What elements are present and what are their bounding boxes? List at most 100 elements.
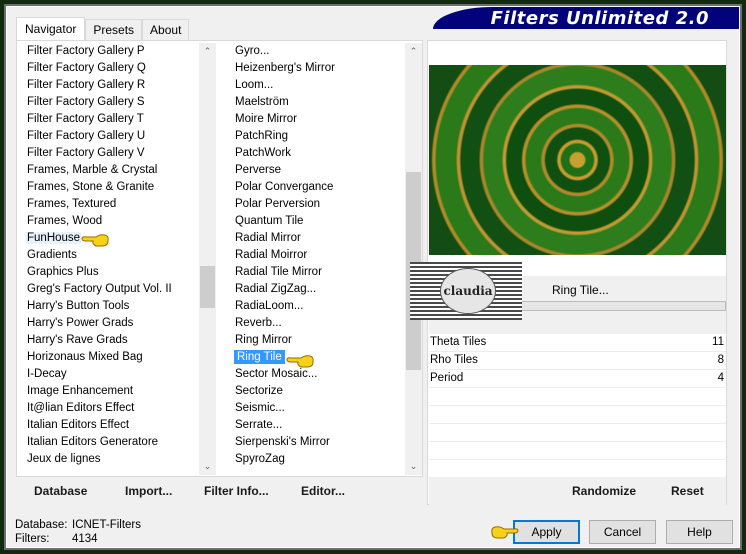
- filter-list-item[interactable]: Quantum Tile: [229, 213, 405, 230]
- param-row-theta-tiles[interactable]: Theta Tiles 11: [429, 334, 726, 352]
- category-list-item[interactable]: Harry's Power Grads: [21, 315, 197, 332]
- category-scrollbar[interactable]: ⌃ ⌄: [199, 43, 216, 475]
- filter-list-item[interactable]: Gyro...: [229, 43, 405, 60]
- filter-list-item[interactable]: Polar Perversion: [229, 196, 405, 213]
- param-row-period[interactable]: Period 4: [429, 370, 726, 388]
- category-list-item[interactable]: Frames, Wood: [21, 213, 197, 230]
- category-list-item[interactable]: I-Decay: [21, 366, 197, 383]
- category-list-item[interactable]: Frames, Textured: [21, 196, 197, 213]
- filter-label: PatchRing: [235, 130, 289, 142]
- filter-list-item[interactable]: PatchWork: [229, 145, 405, 162]
- category-list-item[interactable]: Image Enhancement: [21, 383, 197, 400]
- reset-button[interactable]: Reset: [671, 484, 704, 498]
- scroll-up-arrow-icon[interactable]: ⌃: [405, 43, 422, 60]
- category-label: Filter Factory Gallery R: [27, 79, 146, 91]
- filter-list-item[interactable]: RadiaLoom...: [229, 298, 405, 315]
- filter-label: Quantum Tile: [235, 215, 304, 227]
- filter-scrollbar[interactable]: ⌃ ⌄: [405, 43, 422, 475]
- category-list[interactable]: Filter Factory Gallery P Filter Factory G…: [21, 43, 197, 475]
- filter-label: Seismic...: [235, 402, 285, 414]
- param-row-rho-tiles[interactable]: Rho Tiles 8: [429, 352, 726, 370]
- filter-list-item[interactable]: Moire Mirror: [229, 111, 405, 128]
- database-button[interactable]: Database: [34, 484, 87, 498]
- filter-list-item[interactable]: PatchRing: [229, 128, 405, 145]
- filter-list-item[interactable]: Ring Tile: [229, 349, 405, 366]
- param-row-empty: [429, 406, 726, 424]
- category-list-item[interactable]: Graphics Plus: [21, 264, 197, 281]
- category-label: Frames, Marble & Crystal: [27, 164, 158, 176]
- cancel-button[interactable]: Cancel: [589, 520, 656, 544]
- filter-list-item[interactable]: Heizenberg's Mirror: [229, 60, 405, 77]
- category-list-item[interactable]: Filter Factory Gallery Q: [21, 60, 197, 77]
- category-list-item[interactable]: Gradients: [21, 247, 197, 264]
- filter-label: Gyro...: [235, 45, 270, 57]
- title-banner: Filters Unlimited 2.0: [433, 7, 739, 29]
- help-button[interactable]: Help: [666, 520, 733, 544]
- import-button[interactable]: Import...: [125, 484, 172, 498]
- category-list-item[interactable]: Frames, Marble & Crystal: [21, 162, 197, 179]
- filter-list-item[interactable]: Radial Mirror: [229, 230, 405, 247]
- randomize-button[interactable]: Randomize: [572, 484, 636, 498]
- filter-title: Ring Tile...: [552, 283, 609, 297]
- category-list-item[interactable]: Greg's Factory Output Vol. II: [21, 281, 197, 298]
- database-label: Database:: [15, 519, 68, 531]
- category-label: Graphics Plus: [27, 266, 99, 278]
- category-list-item[interactable]: Filter Factory Gallery S: [21, 94, 197, 111]
- filter-list-item[interactable]: Radial Moirror: [229, 247, 405, 264]
- tab-presets[interactable]: Presets: [85, 19, 143, 40]
- filter-label: Radial Tile Mirror: [235, 266, 322, 278]
- filter-list-item[interactable]: Reverb...: [229, 315, 405, 332]
- filter-list-item[interactable]: SpyroZag: [229, 451, 405, 468]
- category-list-item[interactable]: Frames, Stone & Granite: [21, 179, 197, 196]
- filter-label: Maelström: [235, 96, 289, 108]
- category-list-item[interactable]: Italian Editors Effect: [21, 417, 197, 434]
- parameter-list: Theta Tiles 11 Rho Tiles 8 Period 4: [429, 334, 726, 478]
- category-label: Greg's Factory Output Vol. II: [27, 283, 172, 295]
- param-row-empty: [429, 424, 726, 442]
- category-list-item[interactable]: Italian Editors Generatore: [21, 434, 197, 451]
- category-list-item[interactable]: Filter Factory Gallery R: [21, 77, 197, 94]
- filter-list-item[interactable]: Perverse: [229, 162, 405, 179]
- category-list-item[interactable]: Filter Factory Gallery P: [21, 43, 197, 60]
- category-list-item[interactable]: It@lian Editors Effect: [21, 400, 197, 417]
- category-label: Frames, Wood: [27, 215, 103, 227]
- filter-list-item[interactable]: Radial ZigZag...: [229, 281, 405, 298]
- filter-label: Heizenberg's Mirror: [235, 62, 335, 74]
- category-list-item[interactable]: Harry's Rave Grads: [21, 332, 197, 349]
- filter-label: Sectorize: [235, 385, 283, 397]
- filter-list-item[interactable]: Maelström: [229, 94, 405, 111]
- apply-button[interactable]: Apply: [513, 520, 580, 544]
- category-list-item[interactable]: Filter Factory Gallery T: [21, 111, 197, 128]
- tab-navigator[interactable]: Navigator: [16, 17, 86, 41]
- editor-button[interactable]: Editor...: [301, 484, 345, 498]
- category-list-item[interactable]: Filter Factory Gallery U: [21, 128, 197, 145]
- filter-list-item[interactable]: Sectorize: [229, 383, 405, 400]
- filter-list-item[interactable]: Serrate...: [229, 417, 405, 434]
- category-label: Harry's Power Grads: [27, 317, 134, 329]
- filter-list-item[interactable]: Radial Tile Mirror: [229, 264, 405, 281]
- filter-list-item[interactable]: Ring Mirror: [229, 332, 405, 349]
- filter-info-button[interactable]: Filter Info...: [204, 484, 269, 498]
- window-title: Filters Unlimited 2.0: [490, 8, 709, 29]
- param-value: 11: [712, 336, 724, 348]
- filter-list-item[interactable]: Sector Mosaic...: [229, 366, 405, 383]
- filter-list[interactable]: Gyro... Heizenberg's Mirror Loom... Maelstr…: [229, 43, 405, 475]
- filter-label: Sector Mosaic...: [235, 368, 318, 380]
- tab-about[interactable]: About: [142, 19, 190, 40]
- filter-list-item[interactable]: Sierpenski's Mirror: [229, 434, 405, 451]
- param-name: Period: [430, 372, 464, 384]
- filter-label: Ring Tile: [234, 350, 285, 364]
- scroll-down-arrow-icon[interactable]: ⌄: [199, 458, 216, 475]
- filter-label: SpyroZag: [235, 453, 285, 465]
- scroll-thumb[interactable]: [200, 266, 215, 308]
- tab-bar: Navigator Presets About: [16, 17, 190, 41]
- filter-list-item[interactable]: Polar Convergance: [229, 179, 405, 196]
- category-list-item[interactable]: Horizonaus Mixed Bag: [21, 349, 197, 366]
- scroll-up-arrow-icon[interactable]: ⌃: [199, 43, 216, 60]
- category-list-item[interactable]: Harry's Button Tools: [21, 298, 197, 315]
- category-list-item[interactable]: Filter Factory Gallery V: [21, 145, 197, 162]
- filter-list-item[interactable]: Loom...: [229, 77, 405, 94]
- category-list-item[interactable]: Jeux de lignes: [21, 451, 197, 468]
- filter-list-item[interactable]: Seismic...: [229, 400, 405, 417]
- scroll-down-arrow-icon[interactable]: ⌄: [405, 458, 422, 475]
